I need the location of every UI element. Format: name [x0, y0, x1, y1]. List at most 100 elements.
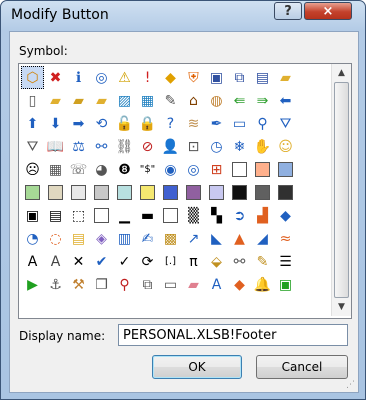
resize-grip-icon[interactable]: ⋰ — [346, 380, 356, 390]
symbol-cell[interactable]: ▚ — [205, 204, 228, 227]
symbol-cell[interactable]: ▣ — [205, 66, 228, 89]
symbol-cell[interactable] — [274, 181, 297, 204]
symbol-cell[interactable]: ⚠ — [113, 66, 136, 89]
symbol-cell[interactable]: ⚒ — [67, 273, 90, 296]
help-button[interactable]: ? — [274, 2, 302, 20]
symbol-cell[interactable]: ⚲ — [251, 112, 274, 135]
symbol-cell[interactable]: A — [21, 250, 44, 273]
symbol-picker[interactable]: ⬡ ✖ ℹ ◎ ⚠! ◆ ⛨ ▣ ⧉ ▤ ▰ ▯ ▰ ▰ ▰ ▨ ▦ ✎ ⌂ ◍ ⇚ ⇛ ⬅ ⬆ ⬇ ➡ ⟲ 🔓 🔒? ≋ ✒ ▭ ⚲ ⛛ ⛛ 📖 ⚖ ⚯… — [18, 63, 352, 319]
symbol-cell[interactable]: ◆ — [274, 204, 297, 227]
symbol-cell[interactable]: ◍ — [205, 89, 228, 112]
symbol-cell[interactable]: ▤ — [251, 66, 274, 89]
symbol-cell[interactable] — [251, 181, 274, 204]
symbol-cell[interactable] — [228, 181, 251, 204]
symbol-cell[interactable] — [90, 204, 113, 227]
symbol-cell[interactable]: ✔ — [90, 250, 113, 273]
symbol-cell[interactable]: ✋ — [251, 135, 274, 158]
symbol-cell[interactable]: ◣ — [205, 227, 228, 250]
symbol-cell[interactable]: ▲ — [228, 227, 251, 250]
symbol-cell[interactable]: 📖 — [44, 135, 67, 158]
symbol-cell[interactable]: ⌂ — [182, 89, 205, 112]
symbol-cell[interactable]: ▥ — [113, 227, 136, 250]
symbol-cell[interactable]: ✖ — [44, 66, 67, 89]
symbol-cell[interactable]: ✒ — [205, 112, 228, 135]
symbol-cell[interactable]: ▦ — [136, 89, 159, 112]
symbol-cell[interactable]: ⛨ — [182, 66, 205, 89]
symbol-cell[interactable]: ⬆ — [21, 112, 44, 135]
symbol-cell[interactable]: ⊘ — [136, 135, 159, 158]
vertical-scrollbar[interactable]: ▲ ▼ — [331, 64, 351, 316]
symbol-cell[interactable]: ☏ — [67, 158, 90, 181]
symbol-cell[interactable]: ↗ — [182, 227, 205, 250]
symbol-cell[interactable]: ! — [136, 66, 159, 89]
symbol-cell[interactable] — [113, 181, 136, 204]
symbol-cell[interactable]: "$" — [136, 158, 159, 181]
symbol-cell[interactable]: ▣ — [21, 204, 44, 227]
symbol-cell[interactable] — [21, 181, 44, 204]
symbol-cell[interactable]: ❐ — [90, 273, 113, 296]
symbol-cell[interactable]: ◷ — [205, 135, 228, 158]
symbol-cell[interactable]: ⇚ — [228, 89, 251, 112]
symbol-cell[interactable]: 🔒 — [136, 112, 159, 135]
symbol-cell[interactable]: ✎ — [251, 250, 274, 273]
symbol-cell[interactable]: ⇛ — [251, 89, 274, 112]
symbol-cell[interactable] — [159, 181, 182, 204]
symbol-cell[interactable] — [228, 158, 251, 181]
symbol-cell[interactable]: ⚲ — [113, 273, 136, 296]
scroll-up-arrow-icon[interactable]: ▲ — [332, 64, 351, 81]
symbol-cell[interactable]: ▰ — [182, 273, 205, 296]
display-name-input[interactable] — [118, 324, 348, 346]
symbol-cell[interactable]: ⛓ — [113, 135, 136, 158]
symbol-cell[interactable]: ◈ — [90, 227, 113, 250]
symbol-cell[interactable]: ▶ — [21, 273, 44, 296]
title-bar[interactable]: Modify Button ? × — [1, 1, 365, 31]
symbol-cell[interactable]: π — [182, 250, 205, 273]
symbol-cell[interactable]: ▭ — [159, 273, 182, 296]
symbol-cell[interactable] — [182, 181, 205, 204]
symbol-cell[interactable]: ⬡ — [21, 66, 44, 89]
scroll-thumb[interactable] — [334, 82, 349, 298]
symbol-cell[interactable]: ◆ — [228, 273, 251, 296]
symbol-cell[interactable]: ◌ — [44, 227, 67, 250]
ok-button[interactable]: OK — [152, 355, 242, 379]
symbol-cell[interactable]: ⬇ — [44, 112, 67, 135]
close-button[interactable]: × — [304, 2, 352, 20]
symbol-cell[interactable]: ❽ — [113, 158, 136, 181]
symbol-cell[interactable]: ◎ — [90, 66, 113, 89]
symbol-cell[interactable]: ☺ — [274, 135, 297, 158]
symbol-cell[interactable] — [159, 204, 182, 227]
cancel-button[interactable]: Cancel — [256, 355, 348, 379]
symbol-cell[interactable]: ▰ — [44, 89, 67, 112]
symbol-cell[interactable]: ⧉ — [228, 66, 251, 89]
symbol-cell[interactable]: ◆ — [159, 66, 182, 89]
symbol-cell[interactable]: ▤ — [67, 227, 90, 250]
symbol-cell[interactable]: ▰ — [90, 89, 113, 112]
symbol-cell[interactable]: ◕ — [90, 158, 113, 181]
symbol-cell[interactable]: ✓ — [113, 250, 136, 273]
symbol-cell[interactable] — [67, 181, 90, 204]
symbol-cell[interactable] — [90, 181, 113, 204]
symbol-cell[interactable]: ℹ — [67, 66, 90, 89]
symbol-cell[interactable]: ◉ — [159, 158, 182, 181]
symbol-cell[interactable]: ⚓ — [44, 273, 67, 296]
symbol-cell[interactable]: ⛛ — [21, 135, 44, 158]
symbol-cell[interactable]: ▒ — [182, 204, 205, 227]
symbol-cell[interactable]: 👤 — [159, 135, 182, 158]
symbol-cell[interactable]: 🔓 — [113, 112, 136, 135]
symbol-cell[interactable]: ❄ — [228, 135, 251, 158]
symbol-cell[interactable]: ▦ — [44, 158, 67, 181]
symbol-cell[interactable]: ◎ — [182, 158, 205, 181]
symbol-cell[interactable]: A — [205, 273, 228, 296]
scroll-down-arrow-icon[interactable]: ▼ — [332, 298, 351, 315]
symbol-cell[interactable]: ⬙ — [205, 250, 228, 273]
symbol-cell[interactable]: ✎ — [159, 89, 182, 112]
symbol-cell[interactable]: ◢ — [251, 227, 274, 250]
symbol-cell[interactable]: ⬅ — [274, 89, 297, 112]
symbol-cell[interactable]: ◔ — [21, 227, 44, 250]
symbol-cell[interactable]: ⊡ — [182, 135, 205, 158]
symbol-cell[interactable]: A — [44, 250, 67, 273]
symbol-cell[interactable]: ⧉ — [136, 273, 159, 296]
symbol-cell[interactable]: ➡ — [67, 112, 90, 135]
symbol-cell[interactable]: ⊞ — [205, 158, 228, 181]
symbol-cell[interactable]: ✍ — [136, 227, 159, 250]
